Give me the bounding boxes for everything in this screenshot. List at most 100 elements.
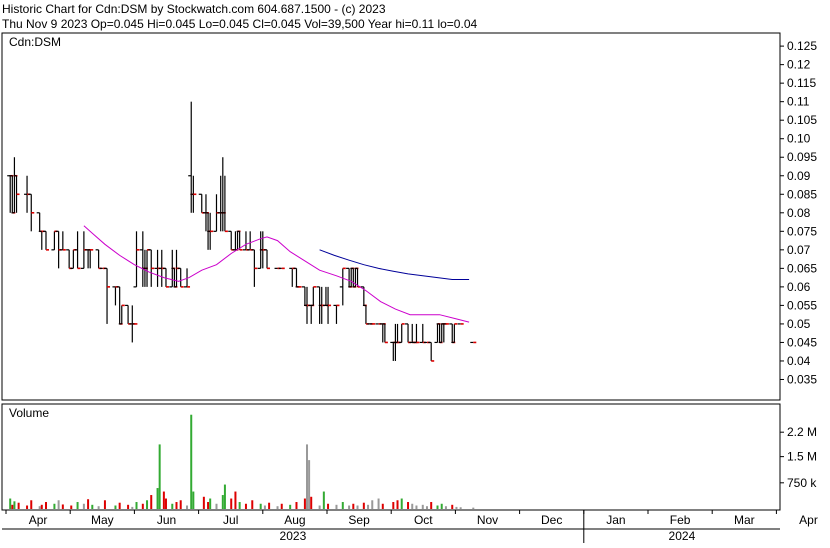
volume-bar	[190, 414, 193, 509]
volume-axis-label: 750 k	[787, 476, 817, 490]
volume-bar	[259, 503, 262, 509]
volume-bar	[141, 503, 144, 509]
chart-canvas: Historic Chart for Cdn:DSM by Stockwatch…	[0, 0, 830, 543]
volume-bar	[97, 506, 100, 509]
volume-bar	[251, 500, 254, 509]
volume-bar	[407, 502, 410, 509]
volume-bar	[207, 502, 210, 509]
volume-bar	[9, 498, 12, 509]
volume-bar	[451, 504, 454, 509]
price-axis-label: 0.085	[787, 187, 817, 201]
price-axis-label: 0.04	[787, 354, 811, 368]
price-axis-label: 0.08	[787, 206, 811, 220]
volume-bar	[17, 502, 20, 509]
volume-bar	[221, 495, 224, 509]
chart-background	[0, 0, 830, 543]
volume-bar	[327, 503, 330, 509]
volume-bar	[318, 505, 321, 509]
volume-bar	[295, 502, 298, 509]
volume-bar	[436, 505, 439, 509]
volume-bar	[53, 503, 56, 509]
price-axis-label: 0.11	[787, 95, 810, 109]
volume-bar	[356, 505, 359, 509]
volume-bar	[179, 500, 182, 509]
price-axis-label: 0.125	[787, 39, 817, 53]
volume-bar	[175, 502, 178, 509]
month-label: Mar	[734, 513, 755, 527]
volume-bar	[192, 491, 195, 509]
price-axis-label: 0.105	[787, 113, 817, 127]
volume-bar	[82, 503, 85, 509]
volume-bar	[76, 502, 79, 509]
stock-chart: Historic Chart for Cdn:DSM by Stockwatch…	[0, 0, 830, 543]
month-label: Feb	[670, 513, 691, 527]
volume-bar	[11, 504, 14, 509]
volume-bar	[70, 505, 73, 509]
volume-bar	[215, 503, 218, 509]
header-title: Historic Chart for Cdn:DSM by Stockwatch…	[2, 2, 386, 16]
price-axis-label: 0.065	[787, 261, 817, 275]
volume-bar	[164, 498, 167, 509]
volume-bar	[352, 503, 355, 509]
month-label: Aug	[284, 513, 305, 527]
volume-bar	[40, 504, 43, 509]
volume-bar	[44, 502, 47, 509]
volume-bar	[276, 506, 279, 509]
volume-bar	[118, 502, 121, 509]
volume-bar	[341, 502, 344, 509]
volume-bar	[26, 505, 29, 509]
volume-bar	[263, 505, 266, 509]
volume-bar	[381, 503, 384, 509]
volume-bar	[146, 500, 149, 509]
volume-bar	[238, 502, 241, 509]
price-axis-label: 0.07	[787, 243, 811, 257]
volume-bar	[455, 506, 458, 509]
price-axis-label: 0.115	[787, 76, 816, 90]
volume-bar	[310, 496, 313, 509]
volume-bar	[268, 502, 271, 509]
volume-bar	[209, 498, 212, 509]
volume-bar	[430, 502, 433, 509]
volume-bar	[472, 507, 475, 509]
month-label: Sep	[348, 513, 370, 527]
volume-bar	[335, 504, 338, 509]
volume-bar	[131, 506, 134, 509]
volume-bar	[425, 506, 428, 509]
volume-bar	[392, 502, 395, 509]
volume-bar	[322, 491, 325, 509]
volume-bar	[367, 504, 370, 509]
volume-bar	[186, 505, 189, 509]
volume-axis-label: 1.5 M	[787, 450, 817, 464]
volume-bar	[377, 498, 380, 509]
price-axis-label: 0.045	[787, 335, 817, 349]
month-label: Nov	[477, 513, 498, 527]
volume-axis-label: 2.2 M	[787, 425, 817, 439]
month-label: Jun	[157, 513, 176, 527]
volume-bar	[127, 504, 130, 509]
volume-bar	[234, 491, 237, 509]
volume-bar	[362, 502, 365, 509]
year-label: 2024	[669, 529, 696, 543]
price-axis-label: 0.035	[787, 372, 817, 386]
month-label: Jul	[223, 513, 238, 527]
volume-bar	[400, 498, 403, 509]
volume-bar	[421, 504, 424, 509]
volume-bar	[150, 495, 153, 509]
volume-bar	[103, 500, 106, 509]
month-label: Apr	[799, 513, 818, 527]
volume-bar	[162, 491, 165, 509]
month-label: Jan	[606, 513, 625, 527]
volume-bar	[158, 444, 161, 509]
volume-bar	[244, 503, 247, 509]
volume-bar	[280, 503, 283, 509]
volume-bar	[114, 505, 117, 509]
volume-bar	[61, 504, 64, 509]
volume-bar	[202, 496, 205, 509]
volume-bar	[440, 503, 443, 509]
volume-bar	[38, 506, 41, 509]
volume-panel-title: Volume	[9, 406, 49, 420]
year-label: 2023	[280, 529, 307, 543]
price-axis-label: 0.06	[787, 280, 811, 294]
price-axis-label: 0.09	[787, 169, 811, 183]
volume-bar	[303, 498, 306, 509]
